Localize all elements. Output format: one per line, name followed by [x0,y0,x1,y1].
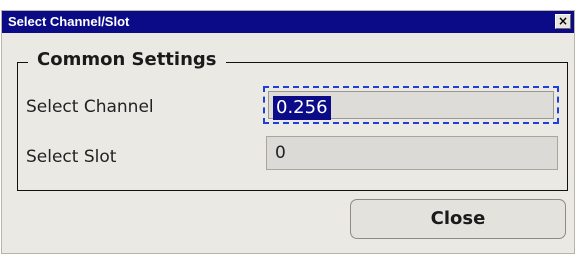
title-bar[interactable]: Select Channel/Slot × [2,11,574,33]
select-slot-input: 0 [266,136,558,170]
select-slot-field: 0 [266,136,558,170]
select-channel-field-focus[interactable]: 0.256 [263,86,559,124]
select-slot-value: 0 [275,143,286,163]
select-channel-value: 0.256 [273,96,331,120]
close-icon[interactable]: × [555,14,571,29]
select-slot-label: Select Slot [26,147,117,167]
close-button[interactable]: Close [350,199,566,239]
common-settings-group: Common Settings [17,49,568,191]
group-legend: Common Settings [28,49,226,70]
select-channel-label: Select Channel [26,97,154,117]
dialog-title: Select Channel/Slot [8,14,130,29]
select-channel-input[interactable]: 0.256 [268,91,554,120]
